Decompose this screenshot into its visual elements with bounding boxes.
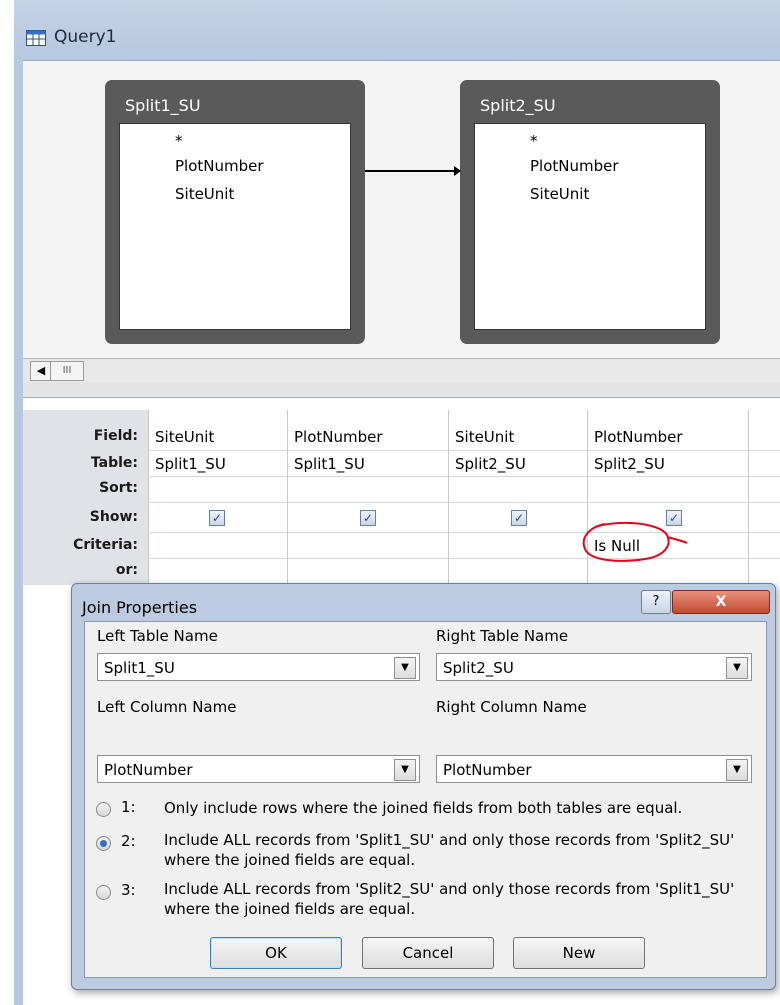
left-column-value: PlotNumber: [104, 761, 193, 779]
query-icon: [26, 30, 46, 46]
join-option-2-radio[interactable]: [96, 836, 111, 851]
right-table-label: Right Table Name: [436, 627, 569, 645]
join-option-3-radio[interactable]: [96, 885, 111, 900]
table-field-list: * PlotNumber SiteUnit: [474, 123, 706, 330]
grid-table-cell[interactable]: Split2_SU: [455, 455, 526, 473]
field-list-item[interactable]: SiteUnit: [530, 185, 589, 203]
left-column-combo[interactable]: PlotNumber ▼: [97, 755, 420, 783]
row-label-sort: Sort:: [99, 480, 138, 496]
window-titlebar: [14, 0, 780, 60]
dropdown-arrow-icon[interactable]: ▼: [726, 657, 748, 679]
cancel-button[interactable]: Cancel: [362, 937, 494, 969]
join-option-3-text[interactable]: Include ALL records from 'Split2_SU' and…: [164, 879, 744, 919]
table-title: Split1_SU: [125, 96, 201, 115]
window-title: Query1: [54, 27, 117, 47]
pane-splitter[interactable]: [23, 383, 780, 398]
ok-button[interactable]: OK: [210, 937, 342, 969]
scroll-left-arrow-icon[interactable]: ◀: [30, 361, 52, 381]
annotation-circle: [582, 521, 688, 562]
table-field-list: * PlotNumber SiteUnit: [119, 123, 351, 330]
dropdown-arrow-icon[interactable]: ▼: [394, 657, 416, 679]
grid-field-cell[interactable]: SiteUnit: [155, 428, 214, 446]
dropdown-arrow-icon[interactable]: ▼: [726, 759, 748, 781]
table-box-split2[interactable]: Split2_SU * PlotNumber SiteUnit: [460, 80, 720, 344]
scroll-thumb[interactable]: III: [50, 361, 84, 381]
field-list-item[interactable]: PlotNumber: [175, 157, 264, 175]
join-option-3-number: 3:: [121, 881, 136, 899]
table-title: Split2_SU: [480, 96, 556, 115]
right-column-combo[interactable]: PlotNumber ▼: [436, 755, 752, 783]
grid-table-cell[interactable]: Split2_SU: [594, 455, 665, 473]
new-button[interactable]: New: [513, 937, 645, 969]
left-table-combo[interactable]: Split1_SU ▼: [97, 653, 420, 681]
row-label-or: or:: [115, 562, 138, 578]
show-checkbox[interactable]: ✓: [511, 510, 527, 526]
grid-table-cell[interactable]: Split1_SU: [294, 455, 365, 473]
grid-row-labels: Field: Table: Sort: Show: Criteria: or:: [23, 410, 148, 585]
horizontal-scrollbar[interactable]: [23, 358, 780, 384]
grid-row-divider: [148, 476, 780, 477]
grid-field-cell[interactable]: PlotNumber: [594, 428, 683, 446]
field-list-item[interactable]: *: [530, 132, 538, 150]
join-option-1-number: 1:: [121, 798, 136, 816]
right-table-combo[interactable]: Split2_SU ▼: [436, 653, 752, 681]
right-table-value: Split2_SU: [443, 659, 514, 677]
join-option-1-text[interactable]: Only include rows where the joined field…: [164, 798, 764, 818]
dialog-title: Join Properties: [82, 598, 198, 617]
join-arrow-icon: [454, 166, 461, 176]
row-label-table: Table:: [90, 455, 138, 471]
grid-field-cell[interactable]: SiteUnit: [455, 428, 514, 446]
grid-row-divider: [148, 502, 780, 503]
field-list-item[interactable]: PlotNumber: [530, 157, 619, 175]
field-list-item[interactable]: *: [175, 132, 183, 150]
window-frame: [14, 60, 23, 1005]
left-table-label: Left Table Name: [97, 627, 218, 645]
right-column-value: PlotNumber: [443, 761, 532, 779]
grid-table-cell[interactable]: Split1_SU: [155, 455, 226, 473]
join-option-2-text[interactable]: Include ALL records from 'Split1_SU' and…: [164, 830, 744, 870]
right-column-label: Right Column Name: [436, 698, 587, 716]
grid-field-cell[interactable]: PlotNumber: [294, 428, 383, 446]
show-checkbox[interactable]: ✓: [209, 510, 225, 526]
table-box-split1[interactable]: Split1_SU * PlotNumber SiteUnit: [105, 80, 365, 344]
row-label-show: Show:: [89, 509, 138, 525]
row-label-criteria: Criteria:: [73, 537, 138, 553]
join-option-2-number: 2:: [121, 832, 136, 850]
row-label-field: Field:: [93, 428, 138, 444]
show-checkbox[interactable]: ✓: [360, 510, 376, 526]
help-button[interactable]: ?: [641, 590, 671, 614]
left-column-label: Left Column Name: [97, 698, 237, 716]
dropdown-arrow-icon[interactable]: ▼: [394, 759, 416, 781]
field-list-item[interactable]: SiteUnit: [175, 185, 234, 203]
close-button[interactable]: X: [672, 590, 770, 614]
grid-row-divider: [148, 450, 780, 451]
join-option-1-radio[interactable]: [96, 802, 111, 817]
left-table-value: Split1_SU: [104, 659, 175, 677]
join-line[interactable]: [365, 170, 458, 172]
